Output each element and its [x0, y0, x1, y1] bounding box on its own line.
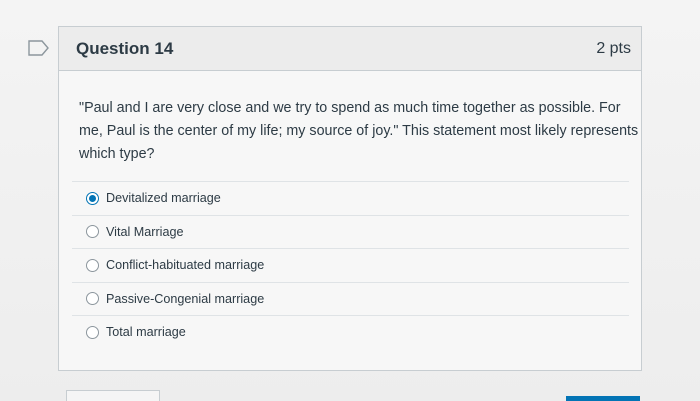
answer-label: Devitalized marriage	[106, 191, 221, 206]
radio-unselected[interactable]	[86, 258, 99, 272]
answer-option[interactable]: Devitalized marriage	[72, 181, 629, 215]
flag-icon[interactable]	[28, 40, 50, 56]
quiz-page: Question 14 2 pts "Paul and I are very c…	[0, 0, 700, 401]
answer-label: Conflict-habituated marriage	[106, 258, 265, 273]
question-card: Question 14 2 pts "Paul and I are very c…	[58, 26, 642, 371]
answer-label: Vital Marriage	[106, 224, 184, 239]
answer-list: Devitalized marriage Vital Marriage Conf…	[72, 181, 629, 349]
radio-unselected[interactable]	[86, 325, 99, 339]
question-title: Question 14	[76, 38, 174, 58]
radio-unselected[interactable]	[86, 225, 99, 239]
next-button-edge[interactable]	[566, 396, 640, 401]
answer-option[interactable]: Total marriage	[72, 315, 629, 349]
radio-unselected[interactable]	[86, 292, 99, 306]
answer-option[interactable]: Conflict-habituated marriage	[72, 248, 629, 282]
answer-label: Passive-Congenial marriage	[106, 291, 265, 306]
answer-label: Total marriage	[106, 325, 186, 340]
radio-selected[interactable]	[86, 191, 99, 205]
question-points: 2 pts	[596, 39, 631, 57]
next-card-edge	[66, 390, 160, 401]
answer-option[interactable]: Passive-Congenial marriage	[72, 281, 629, 316]
question-text: "Paul and I are very close and we try to…	[79, 100, 639, 162]
answer-option[interactable]: Vital Marriage	[72, 214, 629, 249]
question-header: Question 14 2 pts	[59, 27, 641, 71]
